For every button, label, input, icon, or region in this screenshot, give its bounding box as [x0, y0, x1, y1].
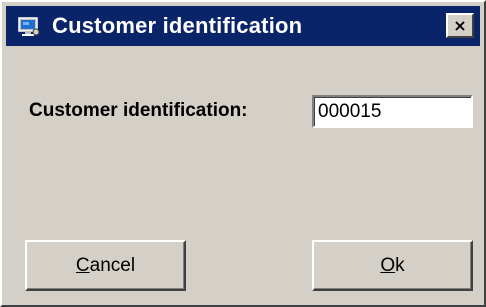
- title-bar[interactable]: Customer identification ×: [6, 6, 480, 46]
- ok-mnemonic: O: [380, 254, 396, 276]
- close-button[interactable]: ×: [446, 13, 474, 38]
- app-window-icon: [14, 11, 44, 41]
- ok-label: k: [395, 254, 405, 276]
- window-title: Customer identification: [52, 13, 303, 38]
- cancel-button[interactable]: Cancel: [25, 240, 186, 291]
- customer-identification-label: Customer identification:: [29, 100, 248, 121]
- customer-identification-dialog: Customer identification × Customer ident…: [0, 0, 486, 307]
- cancel-label: ancel: [89, 254, 136, 276]
- cancel-mnemonic: C: [75, 254, 90, 276]
- ok-button[interactable]: Ok: [312, 240, 473, 291]
- customer-identification-input[interactable]: [312, 95, 473, 128]
- close-icon: ×: [453, 15, 467, 35]
